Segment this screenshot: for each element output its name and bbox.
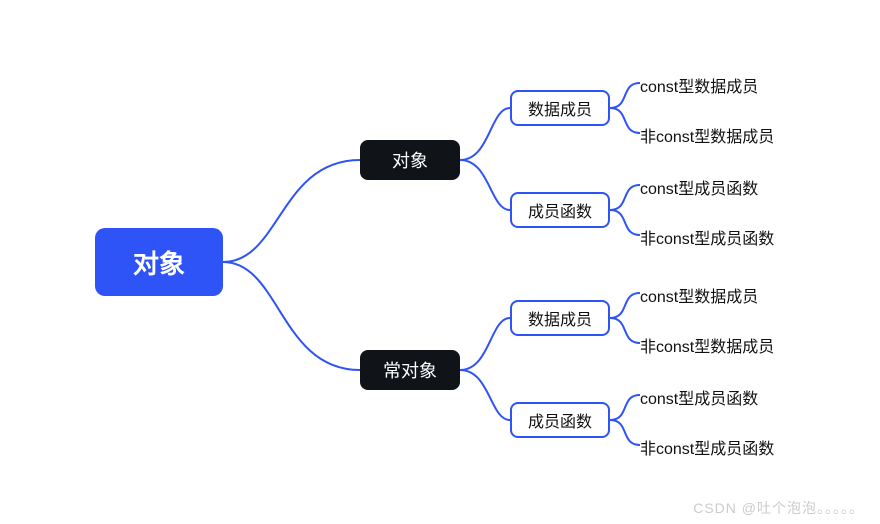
leaf-const-data-1: const型数据成员 [640,73,758,97]
leaf-nonconst-func-2: 非const型成员函数 [640,435,774,459]
leaf-nonconst-func-1: 非const型成员函数 [640,225,774,249]
watermark: CSDN @吐个泡泡。。。。。 [693,498,864,518]
node-const-object: 常对象 [360,350,460,390]
node-data-member-2: 数据成员 [510,300,610,336]
node-member-func-1: 成员函数 [510,192,610,228]
leaf-const-data-2: const型数据成员 [640,283,758,307]
root-node: 对象 [95,228,223,296]
node-object: 对象 [360,140,460,180]
leaf-const-func-2: const型成员函数 [640,385,758,409]
node-member-func-2: 成员函数 [510,402,610,438]
node-data-member-1: 数据成员 [510,90,610,126]
leaf-nonconst-data-2: 非const型数据成员 [640,333,774,357]
leaf-const-func-1: const型成员函数 [640,175,758,199]
leaf-nonconst-data-1: 非const型数据成员 [640,123,774,147]
